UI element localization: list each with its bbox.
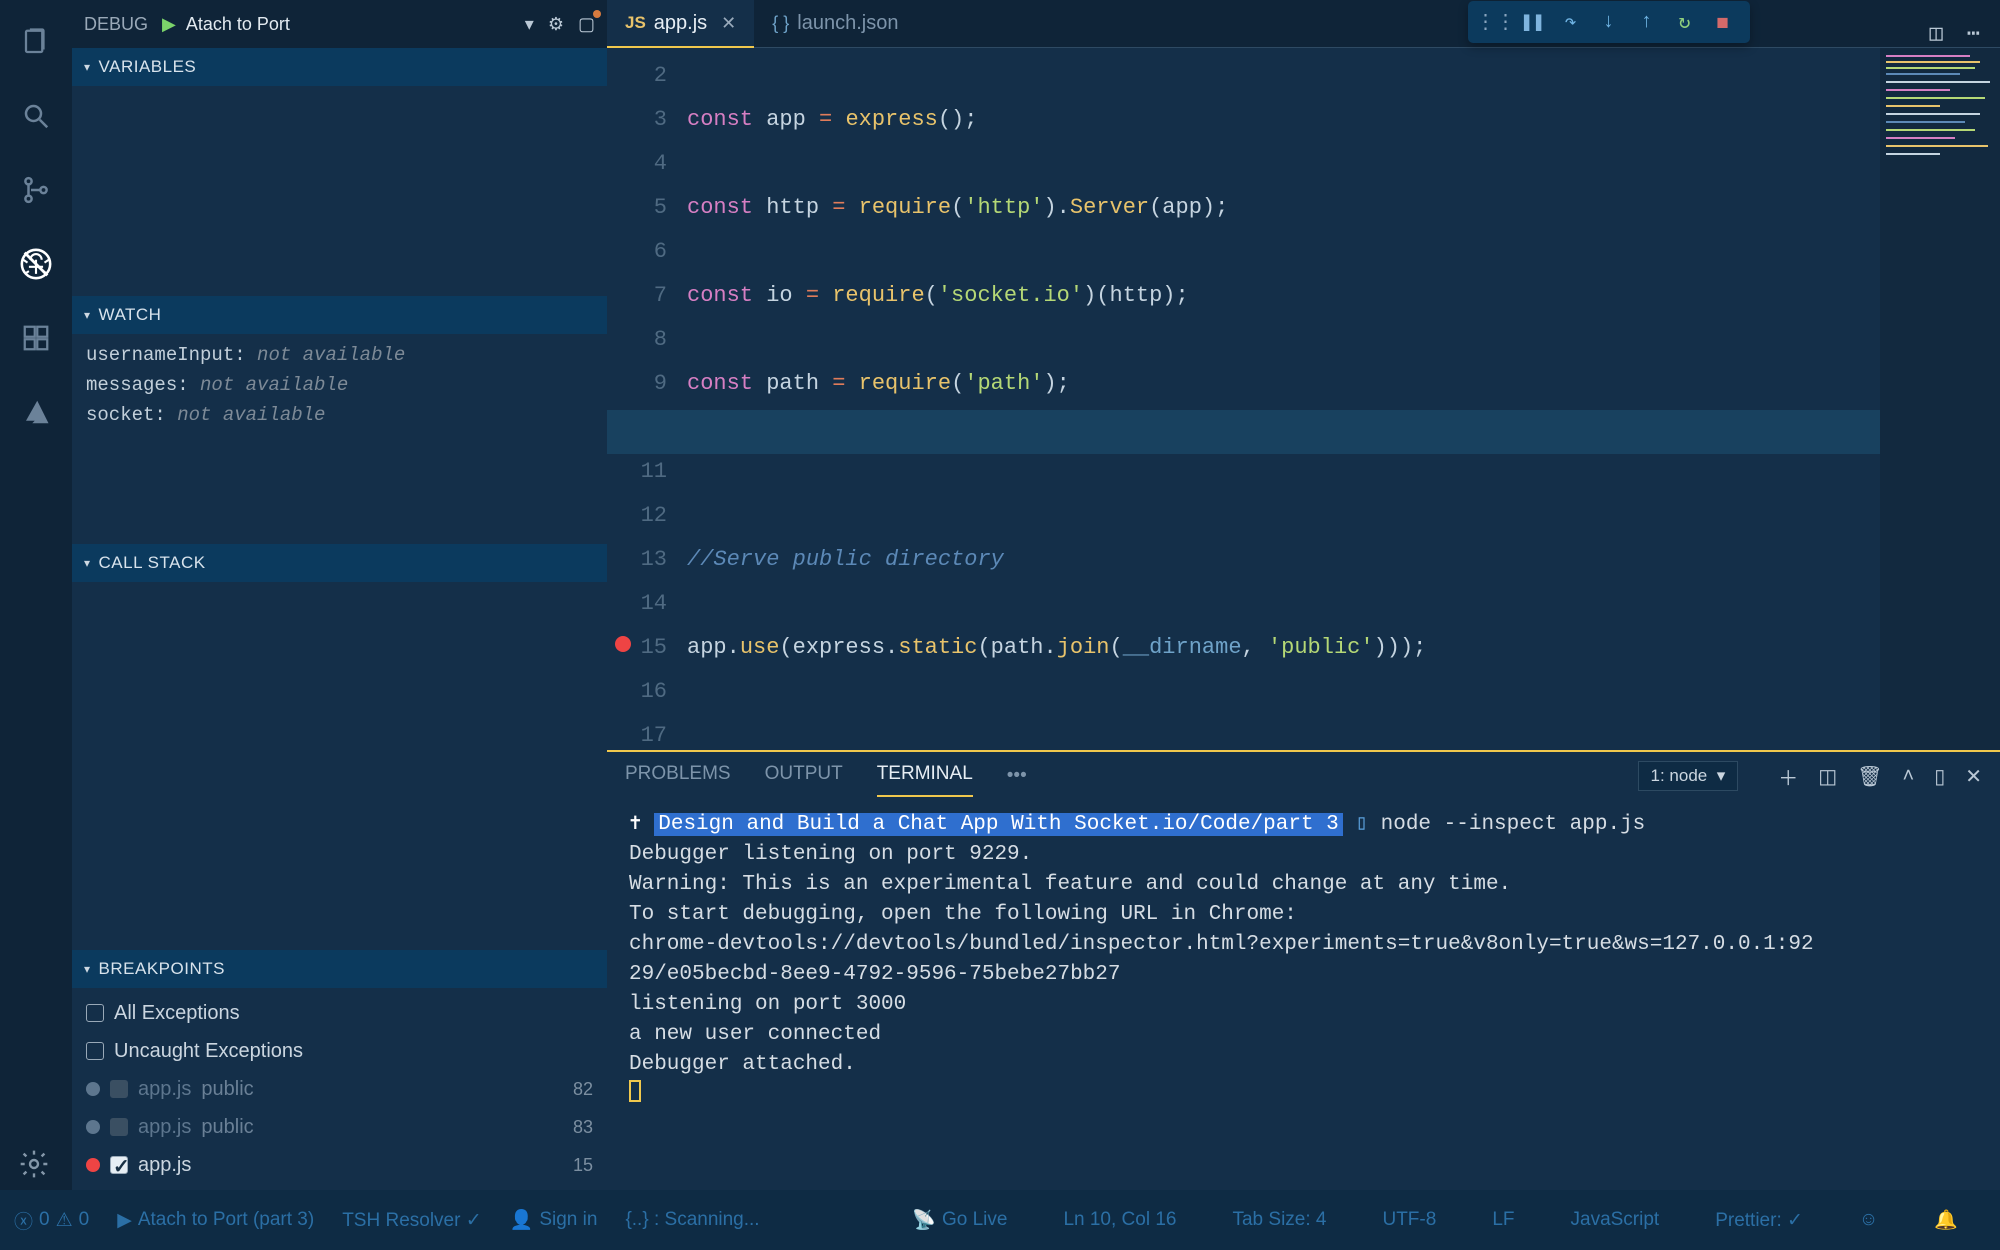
debug-sidebar: DEBUG ▶ Atach to Port ▾ ⚙ ▢ ▾VARIABLES ▾…	[72, 0, 607, 1190]
explorer-icon[interactable]	[12, 18, 60, 66]
restart-icon[interactable]: ↻	[1666, 9, 1704, 35]
debug-icon[interactable]	[12, 240, 60, 288]
terminal-output[interactable]: ✝ Design and Build a Chat App With Socke…	[607, 800, 2000, 1190]
source-control-icon[interactable]	[12, 166, 60, 214]
panel-position-icon[interactable]: ▯	[1934, 764, 1945, 789]
tab-launch-json[interactable]: { }launch.json	[754, 0, 916, 47]
split-editor-icon[interactable]: ◫	[1930, 21, 1943, 47]
status-lang[interactable]: JavaScript	[1571, 1208, 1660, 1232]
status-prettier[interactable]: Prettier: ✓	[1715, 1208, 1803, 1232]
status-bell-icon[interactable]: 🔔	[1934, 1208, 1958, 1232]
close-panel-icon[interactable]: ✕	[1965, 764, 1982, 789]
breakpoint-dot-icon	[86, 1158, 100, 1172]
config-dropdown-icon[interactable]: ▾	[525, 14, 534, 35]
more-icon[interactable]: ⋯	[1967, 21, 1980, 47]
search-icon[interactable]	[12, 92, 60, 140]
code-editor[interactable]: 234567891011121314151617 const app = exp…	[607, 48, 2000, 750]
gutter: 234567891011121314151617	[607, 48, 687, 750]
gear-icon[interactable]: ⚙	[548, 14, 564, 35]
terminal-path: Design and Build a Chat App With Socket.…	[654, 813, 1343, 836]
close-icon[interactable]: ✕	[721, 13, 736, 34]
checkbox-icon	[86, 1004, 104, 1022]
callstack-section-header[interactable]: ▾CALL STACK	[72, 544, 607, 582]
step-into-icon[interactable]: ↓	[1590, 11, 1628, 34]
panel-tab-terminal[interactable]: TERMINAL	[877, 763, 973, 789]
status-cursor[interactable]: Ln 10, Col 16	[1063, 1208, 1176, 1232]
code-content: const app = express(); const http = requ…	[687, 48, 2000, 750]
terminal-select[interactable]: 1: node ▾	[1638, 761, 1739, 791]
breakpoint-item[interactable]: app.jspublic82	[72, 1070, 607, 1108]
watch-item[interactable]: socket: not available	[72, 400, 607, 430]
status-launch[interactable]: ▶ Atach to Port (part 3)	[117, 1209, 314, 1232]
panel-tab-output[interactable]: OUTPUT	[765, 763, 843, 789]
js-file-icon: JS	[625, 13, 646, 33]
status-bar: ⓧ 0 ⚠ 0 ▶ Atach to Port (part 3) TSH Res…	[0, 1190, 2000, 1250]
azure-icon[interactable]	[12, 388, 60, 436]
editor-area: JSapp.js✕ { }launch.json ⋮⋮ ❚❚ ↷ ↓ ↑ ↻ ◼…	[607, 0, 2000, 1190]
checkbox-icon	[110, 1118, 128, 1136]
checkbox-icon	[86, 1042, 104, 1060]
pause-icon[interactable]: ❚❚	[1514, 9, 1552, 35]
breakpoint-item[interactable]: All Exceptions	[72, 994, 607, 1032]
terminal-cursor	[629, 1080, 641, 1102]
maximize-panel-icon[interactable]: ˄	[1903, 765, 1915, 788]
status-encoding[interactable]: UTF-8	[1382, 1208, 1436, 1232]
breakpoint-dot-icon	[86, 1120, 100, 1134]
stop-icon[interactable]: ◼	[1704, 9, 1742, 35]
kill-terminal-icon[interactable]: 🗑	[1857, 764, 1882, 789]
checkbox-icon: ✓	[110, 1156, 128, 1174]
status-errors[interactable]: ⓧ 0 ⚠ 0	[14, 1207, 89, 1234]
watch-section-header[interactable]: ▾WATCH	[72, 296, 607, 334]
breakpoint-item[interactable]: app.jspublic83	[72, 1108, 607, 1146]
activity-bar	[0, 0, 72, 1190]
debug-title: DEBUG	[84, 14, 148, 35]
callstack-section-body	[72, 582, 607, 950]
variables-section-body	[72, 86, 607, 296]
status-feedback-icon[interactable]: ☺	[1859, 1208, 1878, 1232]
debug-config-header: DEBUG ▶ Atach to Port ▾ ⚙ ▢	[72, 0, 607, 48]
variables-section-header[interactable]: ▾VARIABLES	[72, 48, 607, 86]
step-over-icon[interactable]: ↷	[1552, 9, 1590, 35]
status-signin[interactable]: 👤 Sign in	[510, 1208, 598, 1232]
status-golive[interactable]: 📡 Go Live	[912, 1208, 1007, 1232]
status-tabsize[interactable]: Tab Size: 4	[1232, 1208, 1326, 1232]
watch-item[interactable]: usernameInput: not available	[72, 340, 607, 370]
breakpoint-item[interactable]: Uncaught Exceptions	[72, 1032, 607, 1070]
watch-section-body: usernameInput: not available messages: n…	[72, 334, 607, 544]
breakpoint-gutter-icon[interactable]	[615, 636, 631, 652]
breakpoints-section-body: All Exceptions Uncaught Exceptions app.j…	[72, 988, 607, 1190]
bottom-panel: PROBLEMS OUTPUT TERMINAL ••• 1: node ▾ ＋…	[607, 750, 2000, 1190]
status-resolver[interactable]: TSH Resolver ✓	[342, 1209, 481, 1232]
panel-tabs: PROBLEMS OUTPUT TERMINAL ••• 1: node ▾ ＋…	[607, 752, 2000, 800]
editor-tabs: JSapp.js✕ { }launch.json ⋮⋮ ❚❚ ↷ ↓ ↑ ↻ ◼…	[607, 0, 2000, 48]
step-out-icon[interactable]: ↑	[1628, 11, 1666, 34]
panel-tab-problems[interactable]: PROBLEMS	[625, 763, 731, 789]
breakpoints-section-header[interactable]: ▾BREAKPOINTS	[72, 950, 607, 988]
status-scanning[interactable]: {..} : Scanning...	[625, 1209, 759, 1231]
split-terminal-icon[interactable]: ◫	[1818, 764, 1837, 789]
debug-toolbar: ⋮⋮ ❚❚ ↷ ↓ ↑ ↻ ◼	[1468, 1, 1750, 43]
start-debug-icon[interactable]: ▶	[162, 14, 176, 35]
json-file-icon: { }	[772, 13, 789, 34]
breakpoint-item[interactable]: ✓app.js15	[72, 1146, 607, 1184]
breakpoint-dot-icon	[86, 1082, 100, 1096]
panel-overflow-icon[interactable]: •••	[1007, 765, 1027, 787]
new-terminal-icon[interactable]: ＋	[1778, 762, 1798, 791]
extensions-icon[interactable]	[12, 314, 60, 362]
watch-item[interactable]: messages: not available	[72, 370, 607, 400]
tab-app-js[interactable]: JSapp.js✕	[607, 0, 754, 47]
drag-handle-icon[interactable]: ⋮⋮	[1476, 9, 1514, 35]
debug-console-icon[interactable]: ▢	[578, 14, 595, 35]
checkbox-icon	[110, 1080, 128, 1098]
settings-gear-icon[interactable]	[18, 1148, 50, 1180]
status-eol[interactable]: LF	[1492, 1208, 1514, 1232]
debug-config-select[interactable]: Atach to Port	[186, 14, 511, 35]
